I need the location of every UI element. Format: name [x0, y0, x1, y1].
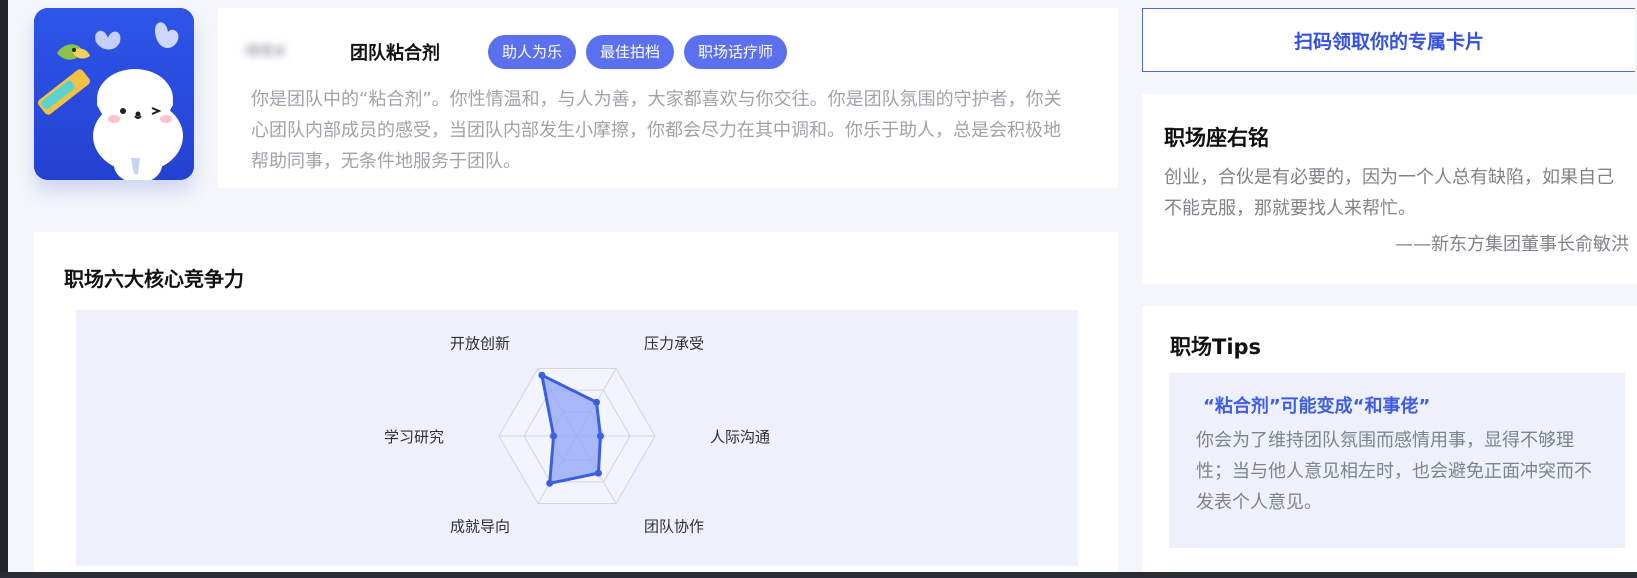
- competency-card: 职场六大核心竞争力 压力承受人际沟通团队协作 成就导向 学习研究 开放创新: [34, 232, 1118, 572]
- radar-data-point: [538, 371, 546, 379]
- radar-chart: 压力承受人际沟通团队协作 成就导向 学习研究 开放创新: [76, 310, 1078, 566]
- tag-badge: 助人为乐: [488, 35, 577, 69]
- tag-badge: 职场话疗师: [684, 35, 788, 69]
- profile-name: 噗噗米: [244, 42, 287, 60]
- radar-data-point: [550, 432, 558, 440]
- quote-author: ——新东方集团董事长俞敏洪: [1395, 234, 1629, 255]
- profile-title: 团队粘合剂: [350, 43, 440, 64]
- left-window-edge: [0, 0, 8, 578]
- tag-badge: 最佳拍档: [586, 35, 675, 69]
- quote-text: 创业，合伙是有必要的，因为一个人总有缺陷，如果自己不能克服，那就要找人来帮忙。: [1164, 167, 1614, 219]
- radar-chart-svg: 压力承受人际沟通团队协作 成就导向 学习研究 开放创新: [384, 334, 770, 536]
- bottom-window-edge: [0, 572, 1637, 578]
- radar-data-point: [596, 432, 604, 440]
- radar-axis-label: 学习研究: [384, 428, 444, 446]
- tips-subtitle: “粘合剂”可能变成“和事佬”: [1203, 396, 1431, 417]
- profile-description: 你是团队中的“粘合剂”。你性情温和，与人为善，大家都喜欢与你交往。你是团队氛围的…: [251, 89, 1062, 172]
- competency-title: 职场六大核心竞争力: [64, 267, 244, 291]
- profile-card: 噗噗米 团队粘合剂 助人为乐 最佳拍档 职场话疗师 你是团队中的“粘合剂”。你性…: [218, 8, 1118, 188]
- radar-axis-label: 成就导向: [450, 518, 510, 536]
- radar-axis-label: 人际沟通: [710, 428, 770, 446]
- quote-card: 职场座右铭 创业，合伙是有必要的，因为一个人总有缺陷，如果自己不能克服，那就要找…: [1142, 94, 1637, 284]
- radar-axis-label: 团队协作: [644, 518, 704, 536]
- quote-title: 职场座右铭: [1164, 126, 1269, 150]
- deer-mascot-icon: [34, 8, 194, 180]
- radar-axis-label: 开放创新: [450, 334, 510, 352]
- avatar: [34, 8, 194, 180]
- tips-card: 职场Tips “粘合剂”可能变成“和事佬” 你会为了维持团队氛围而感情用事，显得…: [1142, 306, 1637, 578]
- radar-data-point: [593, 398, 600, 406]
- tips-body: 你会为了维持团队氛围而感情用事，显得不够理性；当与他人意见相左时，也会避免正面冲…: [1196, 430, 1592, 513]
- qr-card-button[interactable]: 扫码领取你的专属卡片: [1142, 8, 1635, 72]
- radar-data-point: [546, 479, 554, 487]
- tips-box: “粘合剂”可能变成“和事佬” 你会为了维持团队氛围而感情用事，显得不够理性；当与…: [1169, 373, 1625, 548]
- tag-list: 助人为乐 最佳拍档 职场话疗师: [488, 35, 788, 69]
- radar-data-point: [594, 469, 602, 477]
- tips-title: 职场Tips: [1170, 335, 1262, 359]
- radar-axis-label: 压力承受: [644, 334, 704, 352]
- page: 噗噗米 团队粘合剂 助人为乐 最佳拍档 职场话疗师 你是团队中的“粘合剂”。你性…: [0, 0, 1637, 578]
